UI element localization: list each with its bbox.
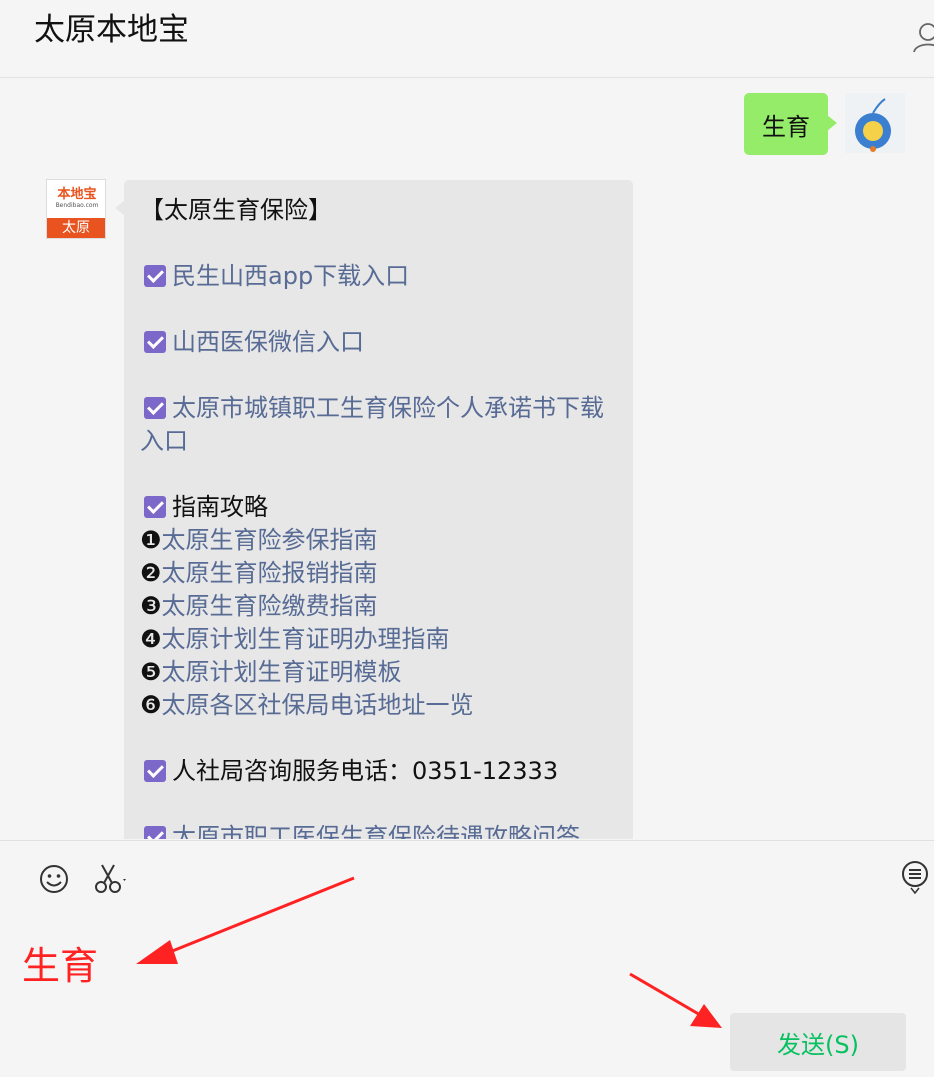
bot-avatar[interactable]: 本地宝 Bendibao.com 太原 — [46, 179, 106, 239]
checkbox-icon — [144, 760, 166, 782]
chat-title: 太原本地宝 — [34, 12, 189, 48]
guide-link[interactable]: ❺太原计划生育证明模板 — [140, 656, 617, 689]
guide-link[interactable]: ❶太原生育险参保指南 — [140, 524, 617, 557]
checkbox-icon — [144, 826, 166, 839]
guide-link[interactable]: ❷太原生育险报销指南 — [140, 557, 617, 590]
scissors-icon[interactable] — [94, 863, 130, 895]
link-commitment-download[interactable]: 太原市城镇职工生育保险个人承诺书下载入口 — [140, 392, 617, 458]
link-benefit-qa[interactable]: 太原市职工医保生育保险待遇攻略问答 — [140, 821, 617, 839]
send-button[interactable]: 发送(S) — [730, 1013, 906, 1071]
hotline-text: 人社局咨询服务电话：0351-12333 — [140, 755, 617, 788]
chat-messages[interactable]: 生育 本地宝 Bendibao.com 太原 【太原生育保险】 民生山西app下… — [0, 79, 934, 839]
guide-link[interactable]: ❻太原各区社保局电话地址一览 — [140, 689, 617, 722]
checkbox-icon — [144, 496, 166, 518]
message-input[interactable]: 生育 — [22, 935, 98, 990]
guides-heading: 指南攻略 — [140, 491, 617, 524]
link-minsheng-app[interactable]: 民生山西app下载入口 — [140, 260, 617, 293]
input-area: 生育 发送(S) — [0, 840, 934, 1077]
chat-header: 太原本地宝 — [0, 0, 934, 78]
bendibao-logo: 本地宝 Bendibao.com — [47, 180, 105, 218]
my-message-bubble[interactable]: 生育 — [744, 93, 837, 155]
checkbox-icon — [144, 331, 166, 353]
guide-link[interactable]: ❸太原生育险缴费指南 — [140, 590, 617, 623]
my-avatar[interactable] — [845, 93, 905, 153]
emoji-icon[interactable] — [38, 863, 70, 895]
checkbox-icon — [144, 265, 166, 287]
message-title: 【太原生育保险】 — [140, 196, 332, 224]
user-icon[interactable] — [912, 20, 934, 54]
my-message-text: 生育 — [762, 113, 810, 141]
link-shanxi-yibao[interactable]: 山西医保微信入口 — [140, 326, 617, 359]
city-badge: 太原 — [47, 218, 105, 238]
checkbox-icon — [144, 397, 166, 419]
guide-link[interactable]: ❹太原计划生育证明办理指南 — [140, 623, 617, 656]
bot-message-bubble: 【太原生育保险】 民生山西app下载入口 山西医保微信入口 太原市城镇职工生育保… — [115, 180, 633, 839]
chat-history-icon[interactable] — [900, 859, 930, 895]
